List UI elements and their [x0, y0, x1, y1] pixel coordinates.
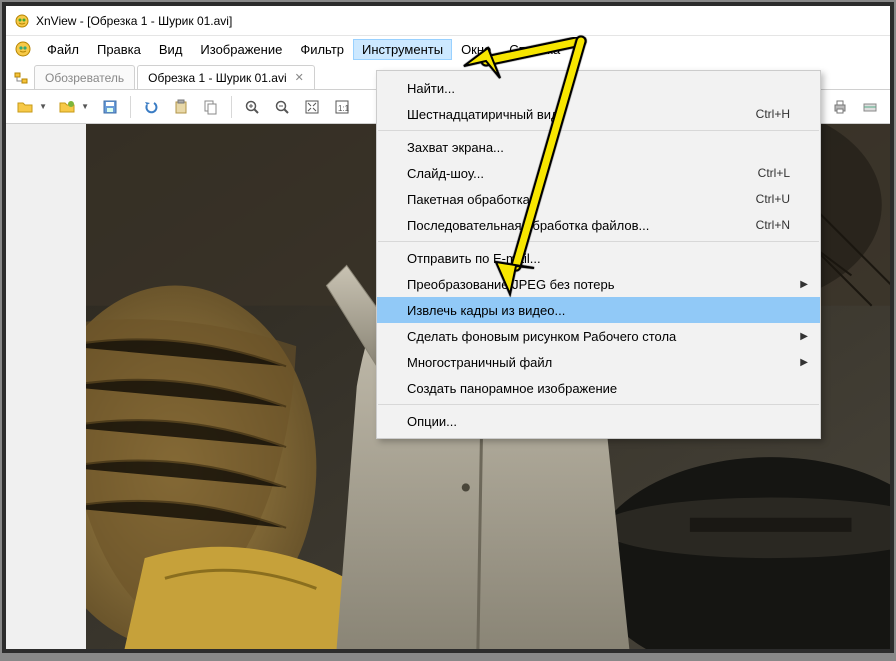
menu-image[interactable]: Изображение	[191, 39, 291, 60]
toolbar-folder-new-button[interactable]: ▼	[54, 93, 94, 121]
shortcut-label: Ctrl+N	[756, 218, 790, 232]
svg-text:1:1: 1:1	[338, 104, 350, 113]
titlebar: XnView - [Обрезка 1 - Шурик 01.avi]	[6, 6, 890, 36]
tab-browser-label: Обозреватель	[45, 71, 124, 85]
window-title: XnView - [Обрезка 1 - Шурик 01.avi]	[36, 14, 232, 28]
tab-active-label: Обрезка 1 - Шурик 01.avi	[148, 71, 287, 85]
tab-close-icon[interactable]: ✕	[295, 71, 304, 84]
shortcut-label: Ctrl+U	[756, 192, 790, 206]
toolbar-save-button[interactable]	[96, 93, 124, 121]
toolbar-zoom-out-button[interactable]	[268, 93, 296, 121]
submenu-arrow-icon: ▶	[800, 331, 808, 342]
menu-item-hex[interactable]: Шестнадцатиричный видCtrl+H	[377, 101, 820, 127]
toolbar-clipboard-button[interactable]	[167, 93, 195, 121]
toolbar-print-button[interactable]	[826, 93, 854, 121]
toolbar-separator	[231, 96, 232, 118]
toolbar-undo-button[interactable]	[137, 93, 165, 121]
submenu-arrow-icon: ▶	[800, 279, 808, 290]
toolbar-separator	[130, 96, 131, 118]
menu-separator	[378, 241, 819, 242]
toolbar-folder-button[interactable]: ▼	[12, 93, 52, 121]
menu-edit[interactable]: Правка	[88, 39, 150, 60]
tab-active-file[interactable]: Обрезка 1 - Шурик 01.avi ✕	[137, 65, 315, 89]
menu-item-capture[interactable]: Захват экрана...	[377, 134, 820, 160]
menu-item-batch[interactable]: Пакетная обработка...Ctrl+U	[377, 186, 820, 212]
menu-separator	[378, 130, 819, 131]
menu-item-options[interactable]: Опции...	[377, 408, 820, 434]
menu-file[interactable]: Файл	[38, 39, 88, 60]
menu-tools[interactable]: Инструменты	[353, 39, 452, 60]
menu-separator	[378, 404, 819, 405]
menu-item-wallpaper[interactable]: Сделать фоновым рисунком Рабочего стола▶	[377, 323, 820, 349]
tools-dropdown: Найти... Шестнадцатиричный видCtrl+H Зах…	[376, 70, 821, 439]
toolbar-scan-button[interactable]	[856, 93, 884, 121]
menu-item-email[interactable]: Отправить по E-mail...	[377, 245, 820, 271]
menu-item-slideshow[interactable]: Слайд-шоу...Ctrl+L	[377, 160, 820, 186]
menu-window[interactable]: Окно	[452, 39, 500, 60]
toolbar-zoom-in-button[interactable]	[238, 93, 266, 121]
menu-item-sequential[interactable]: Последовательная обработка файлов...Ctrl…	[377, 212, 820, 238]
menu-item-jpeg-lossless[interactable]: Преобразование JPEG без потерь▶	[377, 271, 820, 297]
menu-item-find[interactable]: Найти...	[377, 75, 820, 101]
tab-browser[interactable]: Обозреватель	[34, 65, 135, 89]
app-icon-menubar	[14, 40, 32, 58]
menu-view[interactable]: Вид	[150, 39, 192, 60]
shortcut-label: Ctrl+H	[756, 107, 790, 121]
tab-tree-icon[interactable]	[10, 67, 32, 89]
dropdown-caret-icon: ▼	[39, 102, 47, 111]
toolbar-copy-button[interactable]	[197, 93, 225, 121]
menu-item-extract-frames[interactable]: Извлечь кадры из видео...	[377, 297, 820, 323]
app-icon	[14, 13, 30, 29]
menubar: Файл Правка Вид Изображение Фильтр Инстр…	[6, 36, 890, 62]
menu-item-multipage[interactable]: Многостраничный файл▶	[377, 349, 820, 375]
menu-filter[interactable]: Фильтр	[291, 39, 353, 60]
menu-item-panorama[interactable]: Создать панорамное изображение	[377, 375, 820, 401]
toolbar-fit-button[interactable]	[298, 93, 326, 121]
menu-help[interactable]: Справка	[500, 39, 569, 60]
toolbar-actual-size-button[interactable]: 1:1	[328, 93, 356, 121]
shortcut-label: Ctrl+L	[758, 166, 790, 180]
dropdown-caret-icon: ▼	[81, 102, 89, 111]
submenu-arrow-icon: ▶	[800, 357, 808, 368]
